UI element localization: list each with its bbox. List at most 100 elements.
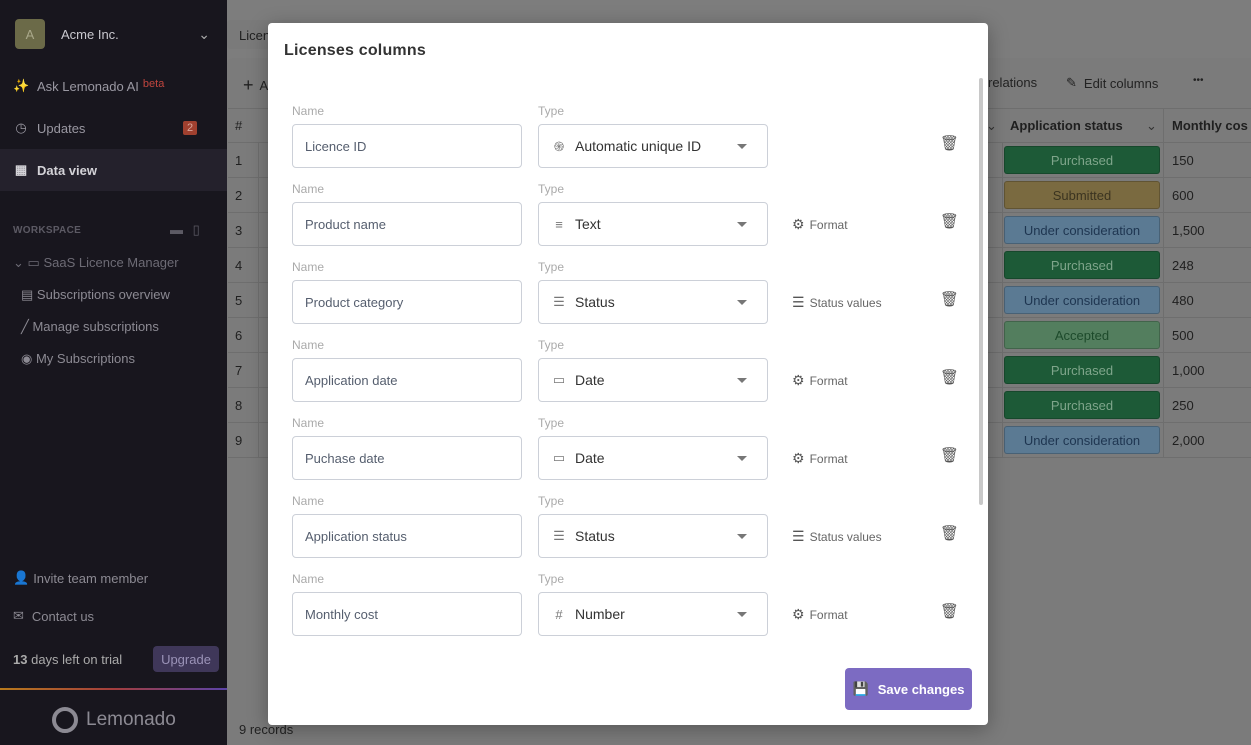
column-action-button[interactable]: ☰ Status values — [792, 528, 882, 545]
column-type-select[interactable]: # Number — [538, 592, 768, 636]
column-action-button[interactable]: ⚙ Format — [792, 450, 848, 467]
contact-us[interactable]: ✉ Contact us — [13, 608, 94, 624]
table-icon: ▦ — [14, 162, 28, 177]
monthly-cost-cell[interactable]: 250 — [1163, 388, 1194, 422]
column-type-select[interactable]: ▭ Date — [538, 358, 768, 402]
status-badge[interactable]: Purchased — [1004, 356, 1160, 384]
caret-down-icon — [737, 456, 747, 461]
header-application-status[interactable]: Application status — [1010, 109, 1123, 142]
status-badge[interactable]: Under consideration — [1004, 216, 1160, 244]
user-circle-icon: ◉ — [21, 351, 33, 366]
floppy-icon: 💾 — [852, 681, 869, 696]
plus-icon: + — [243, 75, 254, 95]
gear-icon: ⚙ — [792, 606, 805, 622]
page-my-subscriptions[interactable]: ◉ My Subscriptions — [21, 351, 135, 367]
column-name-input[interactable]: Licence ID — [292, 124, 522, 168]
status-badge[interactable]: Under consideration — [1004, 286, 1160, 314]
sidebar-item-ask-ai[interactable]: ✨ Ask Lemonado AI beta — [0, 65, 227, 107]
column-name-input[interactable]: Application date — [292, 358, 522, 402]
trash-icon[interactable]: 🗑 — [940, 290, 959, 308]
add-folder-icon[interactable]: ▬ — [170, 222, 183, 237]
column-action-button[interactable]: ⚙ Format — [792, 606, 848, 623]
column-name-input[interactable]: Monthly cost — [292, 592, 522, 636]
trial-days: 13 — [13, 652, 28, 667]
edit-columns-button[interactable]: ✎ Edit columns — [1066, 75, 1158, 91]
add-page-icon[interactable]: ▯ — [193, 222, 200, 237]
column-type-select[interactable]: ֍ Automatic unique ID — [538, 124, 768, 168]
column-name-input[interactable]: Puchase date — [292, 436, 522, 480]
cell-divider — [1002, 213, 1003, 247]
invite-label: Invite team member — [33, 570, 149, 586]
trash-icon[interactable]: 🗑 — [940, 602, 959, 620]
column-name-input[interactable]: Product category — [292, 280, 522, 324]
cell-divider — [258, 213, 259, 247]
type-label: Type — [538, 104, 565, 118]
status-badge[interactable]: Accepted — [1004, 321, 1160, 349]
row-number: 9 — [235, 432, 243, 448]
status-badge[interactable]: Under consideration — [1004, 426, 1160, 454]
upgrade-button[interactable]: Upgrade — [153, 646, 219, 672]
caret-down-icon — [737, 144, 747, 149]
page-manage-subscriptions[interactable]: ╱ Manage subscriptions — [21, 319, 159, 335]
trash-icon[interactable]: 🗑 — [940, 446, 959, 464]
cell-divider — [1002, 423, 1003, 457]
status-badge[interactable]: Purchased — [1004, 391, 1160, 419]
cell-divider — [1002, 353, 1003, 387]
add-button[interactable]: + A — [243, 75, 268, 96]
column-type-select[interactable]: ☰ Status — [538, 514, 768, 558]
gear-icon: ⚙ — [792, 372, 805, 388]
header-monthly-cost[interactable]: Monthly cos — [1163, 109, 1248, 142]
trash-icon[interactable]: 🗑 — [940, 134, 959, 152]
chevron-down-icon: ⌄ — [198, 25, 210, 42]
save-changes-button[interactable]: 💾 Save changes — [845, 668, 972, 710]
column-action-button[interactable]: ⚙ Format — [792, 216, 848, 233]
invite-team-member[interactable]: 👤 Invite team member — [13, 570, 148, 586]
sidebar-item-updates[interactable]: ◷ Updates 2 — [0, 107, 227, 149]
org-switcher[interactable]: A Acme Inc. ⌄ — [15, 19, 210, 49]
trash-icon[interactable]: 🗑 — [940, 524, 959, 542]
monthly-cost-cell[interactable]: 248 — [1163, 248, 1194, 282]
action-label: Format — [809, 217, 848, 232]
row-number: 4 — [235, 257, 243, 273]
chevron-down-icon[interactable]: ⌄ — [1146, 109, 1157, 142]
cell-divider — [258, 283, 259, 317]
gear-icon: ⚙ — [792, 216, 805, 232]
caret-down-icon — [737, 378, 747, 383]
column-config-row: Name Type Puchase date ▭ Date ⚙ Format 🗑 — [268, 416, 988, 494]
column-action-button[interactable]: ☰ Status values — [792, 294, 882, 311]
column-type-select[interactable]: ▭ Date — [538, 436, 768, 480]
cell-divider — [258, 423, 259, 457]
folder-saas-licence-manager[interactable]: ⌄ ▭ SaaS Licence Manager — [13, 255, 179, 271]
monthly-cost-cell[interactable]: 150 — [1163, 143, 1194, 177]
name-label: Name — [292, 104, 325, 118]
column-name-input[interactable]: Application status — [292, 514, 522, 558]
fingerprint-icon: ֍ — [553, 139, 565, 154]
cell-divider — [258, 178, 259, 212]
sidebar-item-data-view[interactable]: ▦ Data view — [0, 149, 227, 191]
trash-icon[interactable]: 🗑 — [940, 212, 959, 230]
more-button[interactable]: ••• — [1193, 75, 1204, 86]
name-label: Name — [292, 494, 325, 508]
type-value: Status — [575, 294, 615, 310]
page-subscriptions-overview[interactable]: ▤ Subscriptions overview — [21, 287, 170, 303]
modal-title: Licenses columns — [284, 42, 426, 59]
status-badge[interactable]: Submitted — [1004, 181, 1160, 209]
org-name: Acme Inc. — [61, 26, 119, 42]
relations-button[interactable]: relations — [988, 75, 1037, 90]
status-badge[interactable]: Purchased — [1004, 251, 1160, 279]
monthly-cost-cell[interactable]: 500 — [1163, 318, 1194, 352]
column-type-select[interactable]: ≡ Text — [538, 202, 768, 246]
action-label: Format — [809, 373, 848, 388]
monthly-cost-cell[interactable]: 480 — [1163, 283, 1194, 317]
monthly-cost-cell[interactable]: 2,000 — [1163, 423, 1205, 457]
type-value: Status — [575, 528, 615, 544]
trash-icon[interactable]: 🗑 — [940, 368, 959, 386]
monthly-cost-cell[interactable]: 1,000 — [1163, 353, 1205, 387]
monthly-cost-cell[interactable]: 600 — [1163, 178, 1194, 212]
monthly-cost-cell[interactable]: 1,500 — [1163, 213, 1205, 247]
column-name-input[interactable]: Product name — [292, 202, 522, 246]
column-type-select[interactable]: ☰ Status — [538, 280, 768, 324]
status-badge[interactable]: Purchased — [1004, 146, 1160, 174]
column-action-button[interactable]: ⚙ Format — [792, 372, 848, 389]
modal-scrollbar[interactable] — [979, 78, 983, 505]
